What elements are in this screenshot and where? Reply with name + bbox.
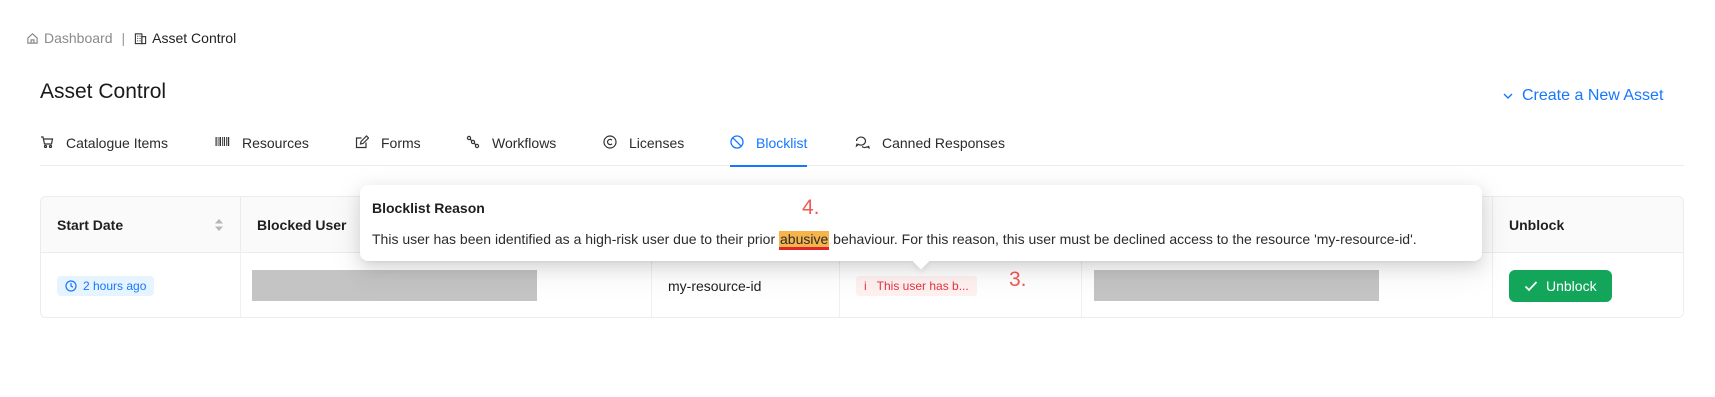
redacted-user bbox=[252, 270, 537, 301]
cell-resource: my-resource-id bbox=[652, 253, 840, 317]
popover-text-before: This user has been identified as a high-… bbox=[372, 231, 779, 247]
time-tag: 2 hours ago bbox=[57, 275, 155, 296]
create-asset-button[interactable]: Create a New Asset bbox=[1502, 87, 1663, 105]
sort-icon[interactable] bbox=[214, 218, 224, 232]
breadcrumb-dashboard-label: Dashboard bbox=[44, 30, 113, 46]
unblock-button[interactable]: Unblock bbox=[1509, 269, 1612, 302]
tab-licenses[interactable]: Licenses bbox=[603, 128, 684, 166]
tab-canned-responses[interactable]: Canned Responses bbox=[855, 128, 1005, 166]
chevron-down-icon bbox=[1502, 90, 1514, 102]
cell-unblock: Unblock bbox=[1493, 253, 1683, 317]
tab-catalogue-items[interactable]: Catalogue Items bbox=[40, 128, 168, 166]
header-unblock: Unblock bbox=[1493, 197, 1683, 253]
clock-icon bbox=[65, 279, 77, 292]
tab-blocklist[interactable]: Blocklist bbox=[730, 128, 808, 167]
page-title: Asset Control bbox=[40, 80, 167, 103]
breadcrumb-asset-control: Asset Control bbox=[134, 30, 236, 46]
popover-body: This user has been identified as a high-… bbox=[372, 231, 1417, 250]
reason-tag-label: This user has b... bbox=[876, 278, 969, 293]
tab-label: Licenses bbox=[629, 135, 685, 151]
tab-bar: Catalogue Items Resources Forms Workflow… bbox=[40, 128, 1684, 167]
stop-icon bbox=[730, 135, 744, 149]
building-icon bbox=[134, 32, 147, 45]
blocklist-reason-popover: Blocklist Reason This user has been iden… bbox=[360, 185, 1482, 270]
breadcrumb-current-label: Asset Control bbox=[152, 30, 237, 46]
tab-label: Resources bbox=[242, 135, 309, 151]
chat-icon bbox=[855, 135, 870, 149]
redacted-blocked-by bbox=[1094, 270, 1379, 301]
tab-label: Forms bbox=[381, 135, 421, 151]
header-start-date[interactable]: Start Date bbox=[41, 197, 241, 253]
copyright-icon bbox=[603, 135, 617, 149]
workflow-icon bbox=[466, 135, 480, 149]
tab-label: Catalogue Items bbox=[66, 135, 168, 151]
tab-workflows[interactable]: Workflows bbox=[466, 128, 556, 166]
info-icon: i bbox=[864, 278, 867, 293]
annotation-step-3: 3. bbox=[1009, 268, 1027, 291]
cell-start-date: 2 hours ago bbox=[41, 253, 241, 317]
highlighted-word: abusive bbox=[779, 231, 830, 250]
table-row: 2 hours ago my-resource-id i This user h… bbox=[41, 253, 1683, 317]
breadcrumb: Dashboard | Asset Control bbox=[26, 28, 236, 48]
tab-label: Workflows bbox=[492, 135, 557, 151]
check-icon bbox=[1524, 280, 1538, 292]
home-icon bbox=[26, 32, 39, 45]
popover-text-after: behaviour. For this reason, this user mu… bbox=[829, 231, 1417, 247]
cell-blocked-by bbox=[1082, 253, 1493, 317]
breadcrumb-dashboard[interactable]: Dashboard bbox=[26, 30, 113, 46]
barcode-icon bbox=[215, 135, 230, 149]
tab-resources[interactable]: Resources bbox=[215, 128, 309, 166]
tab-label: Blocklist bbox=[756, 135, 808, 151]
cell-blocked-user bbox=[241, 253, 652, 317]
time-tag-label: 2 hours ago bbox=[83, 278, 147, 293]
cart-icon bbox=[40, 135, 54, 149]
cell-reason: i This user has b... bbox=[840, 253, 1082, 317]
resource-id: my-resource-id bbox=[668, 277, 762, 294]
tab-forms[interactable]: Forms bbox=[355, 128, 421, 166]
popover-title: Blocklist Reason bbox=[372, 200, 485, 216]
tab-label: Canned Responses bbox=[882, 135, 1005, 151]
create-asset-label: Create a New Asset bbox=[1522, 87, 1664, 104]
annotation-step-4: 4. bbox=[802, 196, 820, 219]
edit-icon bbox=[355, 135, 369, 149]
header-start-date-label: Start Date bbox=[57, 217, 124, 233]
header-blocked-user-label: Blocked User bbox=[257, 217, 347, 233]
reason-tag[interactable]: i This user has b... bbox=[856, 275, 977, 296]
breadcrumb-separator: | bbox=[121, 30, 126, 46]
unblock-button-label: Unblock bbox=[1546, 277, 1597, 294]
header-unblock-label: Unblock bbox=[1509, 217, 1565, 233]
